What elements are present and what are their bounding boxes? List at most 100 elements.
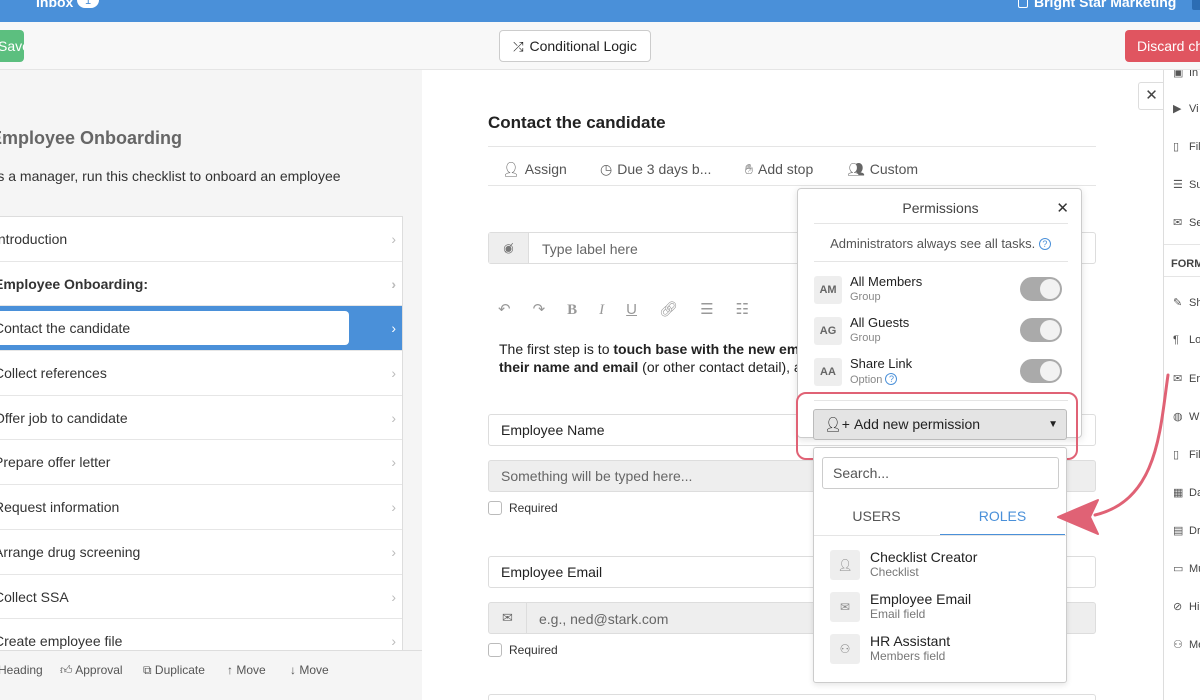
move-up-button[interactable]: ↑ Move bbox=[227, 663, 266, 677]
discard-button-label: Discard changes bbox=[1137, 38, 1200, 54]
field-members[interactable]: ⚇ Me bbox=[1173, 638, 1200, 651]
required-checkbox[interactable]: Required bbox=[488, 643, 558, 657]
hand-icon: ✋︎ bbox=[745, 161, 753, 177]
permission-toggle[interactable] bbox=[1020, 318, 1062, 342]
role-option[interactable]: 👤︎ Checklist Creator Checklist bbox=[830, 548, 1060, 582]
divider bbox=[1164, 244, 1200, 245]
permission-toggle[interactable] bbox=[1020, 277, 1062, 301]
underline-icon[interactable]: U bbox=[626, 301, 637, 318]
add-approval-button[interactable]: 👍︎ Approval bbox=[60, 663, 123, 678]
task-actions: 👤︎ Assign ◷ Due 3 days b... ✋︎ Add stop 👥︎ C… bbox=[488, 146, 1096, 186]
bullet-list-icon[interactable]: ☰ bbox=[700, 300, 713, 318]
chevron-right-icon: › bbox=[391, 365, 396, 382]
close-icon[interactable]: ✕ bbox=[1138, 82, 1164, 110]
body-text-bold: their name and email bbox=[499, 359, 639, 375]
role-option[interactable]: ⚇ HR Assistant Members field bbox=[830, 632, 1060, 666]
field-long-text[interactable]: ¶ Lo bbox=[1173, 334, 1200, 346]
add-permission-button[interactable]: 👤︎+ Add new permission ▼ bbox=[813, 409, 1067, 440]
widget-label: Me bbox=[1189, 639, 1200, 651]
top-nav-bar: Inbox 1 Bright Star Marketing bbox=[0, 0, 1200, 22]
label-input[interactable]: Type label here bbox=[542, 241, 638, 257]
link-icon[interactable]: 🔗︎ bbox=[659, 300, 678, 318]
conditional-logic-button[interactable]: ⤮ Conditional Logic bbox=[499, 30, 651, 62]
widget-label: Hi bbox=[1189, 601, 1200, 613]
arrow-head bbox=[1057, 499, 1099, 535]
help-icon[interactable]: ? bbox=[1038, 238, 1051, 250]
discard-button[interactable]: Discard changes bbox=[1125, 30, 1200, 62]
required-checkbox[interactable]: Required bbox=[488, 501, 558, 515]
toggle-knob bbox=[1040, 279, 1060, 299]
task-label-input[interactable]: Contact the candidate bbox=[0, 311, 349, 346]
checklist-sidebar: Employee Onboarding As a manager, run th… bbox=[0, 70, 422, 700]
widget-label: Fil bbox=[1189, 141, 1200, 153]
search-input[interactable]: Search... bbox=[822, 457, 1059, 489]
widget-image[interactable]: ▣ In bbox=[1173, 70, 1198, 79]
task-item[interactable]: Introduction › bbox=[0, 217, 402, 262]
add-stop-label: Add stop bbox=[757, 161, 814, 177]
bold-icon[interactable]: B bbox=[567, 302, 577, 319]
form-fields-heading: FORM bbox=[1171, 258, 1200, 270]
permission-dropdown: Search... USERS ROLES 👤︎ Checklist Creat… bbox=[813, 447, 1067, 683]
save-button[interactable]: Save changes bbox=[0, 30, 24, 62]
widget-subtasks[interactable]: ☰ Su bbox=[1173, 178, 1200, 191]
widget-video[interactable]: ▶ Vi bbox=[1173, 102, 1199, 115]
widget-label: Vi bbox=[1189, 103, 1199, 115]
email-placeholder: e.g., ned@stark.com bbox=[539, 611, 669, 627]
add-stop-button[interactable]: ✋︎ Add stop bbox=[745, 161, 813, 178]
permission-name: All Guests bbox=[850, 315, 910, 330]
widget-label: Mu bbox=[1189, 563, 1200, 575]
italic-icon[interactable]: I bbox=[599, 302, 604, 319]
file-icon: ▯ bbox=[1173, 141, 1180, 153]
redo-icon[interactable]: ↷ bbox=[533, 300, 546, 318]
role-option[interactable]: ✉ Employee Email Email field bbox=[830, 590, 1060, 624]
chevron-right-icon: › bbox=[391, 543, 396, 560]
numbered-list-icon[interactable]: ☷ bbox=[736, 300, 749, 318]
admin-note: Administrators always see all tasks. ? bbox=[798, 236, 1083, 251]
task-label: Collect references bbox=[0, 365, 107, 382]
task-label: Create employee file bbox=[0, 633, 123, 650]
checklist-title[interactable]: Employee Onboarding bbox=[0, 128, 182, 149]
duplicate-button[interactable]: ⧉ Duplicate bbox=[143, 663, 205, 678]
task-item[interactable]: Request information › bbox=[0, 485, 402, 530]
avatar: AM bbox=[814, 276, 842, 304]
task-item[interactable]: Prepare offer letter › bbox=[0, 440, 402, 486]
task-heading[interactable]: Employee Onboarding: › bbox=[0, 262, 402, 307]
required-label: Required bbox=[509, 501, 558, 515]
tab-users[interactable]: USERS bbox=[814, 508, 939, 535]
close-icon[interactable]: ✕ bbox=[1056, 199, 1069, 217]
due-date-button[interactable]: ◷ Due 3 days b... bbox=[600, 161, 711, 178]
task-description[interactable]: The first step is to touch base with the… bbox=[499, 340, 799, 376]
widget-label: Da bbox=[1189, 487, 1200, 499]
checklist-description[interactable]: As a manager, run this checklist to onbo… bbox=[0, 168, 341, 184]
paragraph-icon: ¶ bbox=[1173, 334, 1179, 346]
task-item[interactable]: Offer job to candidate › bbox=[0, 396, 402, 441]
user-menu-icon[interactable] bbox=[1192, 0, 1200, 10]
inbox-count-badge: 1 bbox=[77, 0, 99, 8]
help-icon[interactable]: ? bbox=[885, 373, 898, 385]
add-heading-button[interactable]: Heading bbox=[0, 663, 43, 677]
task-item[interactable]: Arrange drug screening › bbox=[0, 530, 402, 575]
move-down-button[interactable]: ↓ Move bbox=[290, 663, 329, 677]
divider bbox=[814, 535, 1066, 536]
inbox-link[interactable]: Inbox bbox=[36, 0, 73, 10]
duplicate-label: Duplicate bbox=[154, 663, 205, 677]
next-field[interactable] bbox=[488, 694, 1096, 700]
widget-label: W bbox=[1189, 411, 1200, 423]
task-item[interactable]: Collect SSA › bbox=[0, 575, 402, 620]
field-multi-choice[interactable]: ▭ Mu bbox=[1173, 562, 1200, 575]
org-switcher[interactable]: Bright Star Marketing bbox=[1018, 0, 1176, 10]
widget-file[interactable]: ▯ Fil bbox=[1173, 140, 1200, 153]
undo-icon[interactable]: ↶ bbox=[498, 300, 511, 318]
custom-permissions-button[interactable]: 👥︎ Custom bbox=[847, 161, 918, 178]
admin-note-text: Administrators always see all tasks. bbox=[830, 236, 1036, 251]
task-title[interactable]: Contact the candidate bbox=[488, 113, 666, 133]
eye-slash-icon[interactable]: ◉̸ bbox=[489, 233, 529, 263]
role-name: Employee Email bbox=[870, 591, 972, 607]
widget-send-email[interactable]: ✉ Se bbox=[1173, 216, 1200, 229]
assign-button[interactable]: 👤︎ Assign bbox=[502, 161, 567, 178]
field-short-text[interactable]: ✎ Sh bbox=[1173, 296, 1200, 309]
role-name: Checklist Creator bbox=[870, 549, 978, 565]
field-hidden[interactable]: ⊘ Hi bbox=[1173, 600, 1199, 613]
task-item-active[interactable]: Contact the candidate › bbox=[0, 306, 402, 352]
task-item[interactable]: Collect references › bbox=[0, 351, 402, 396]
